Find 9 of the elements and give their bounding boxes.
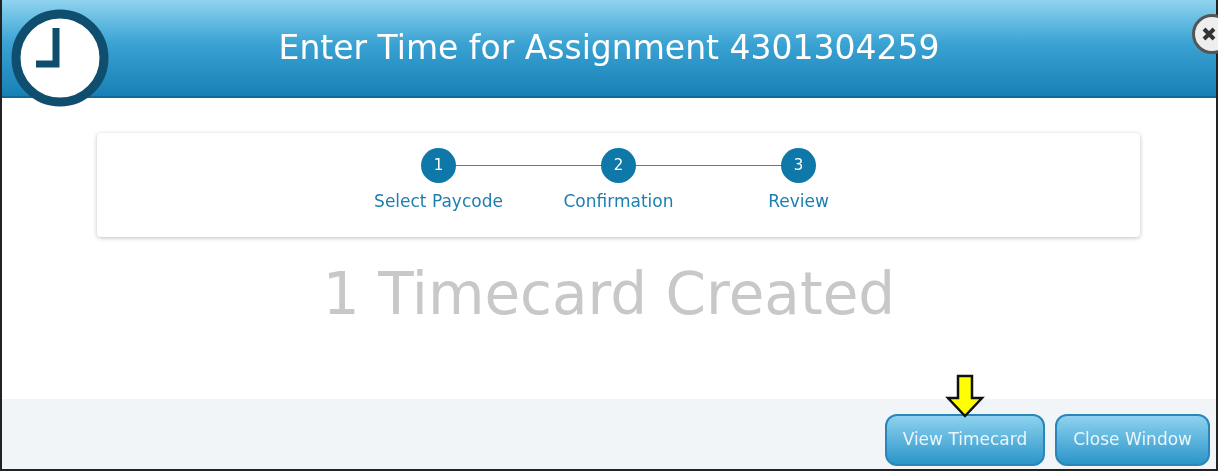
step-label: Select Paycode bbox=[374, 190, 503, 213]
step-label: Review bbox=[768, 190, 829, 213]
step-number: 3 bbox=[781, 148, 816, 183]
step-number: 1 bbox=[421, 148, 456, 183]
step-label: Confirmation bbox=[563, 190, 674, 213]
footer-button[interactable]: Close Window bbox=[1055, 414, 1210, 466]
step-number: 2 bbox=[601, 148, 636, 183]
window-title: Enter Time for Assignment 4301304259 bbox=[278, 27, 940, 70]
footer-button[interactable]: View Timecard bbox=[884, 414, 1046, 466]
